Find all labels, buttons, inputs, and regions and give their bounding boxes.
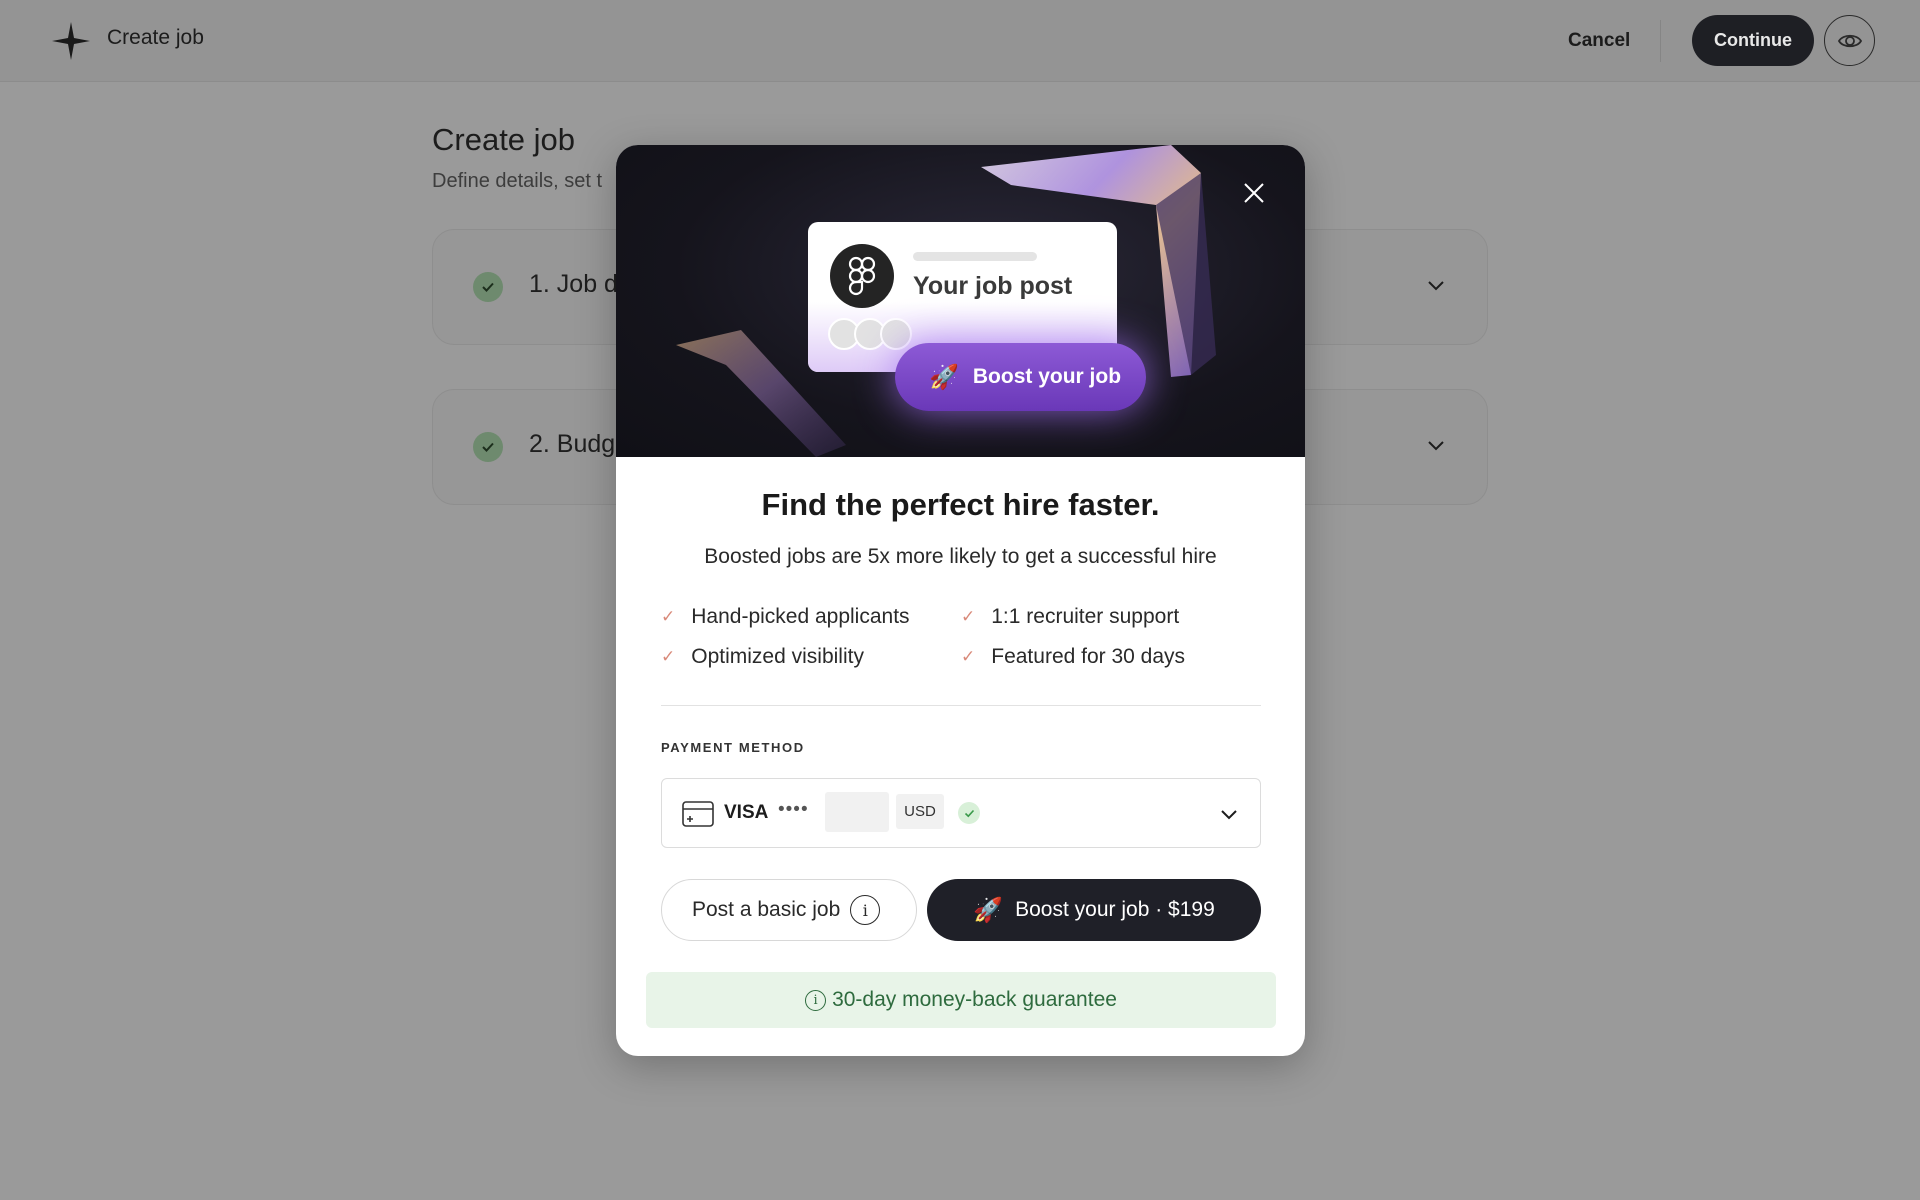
app-title: Create job (107, 26, 204, 49)
post-basic-job-label: Post a basic job (692, 898, 841, 921)
page-title: Create job (432, 122, 576, 157)
checkmark-icon: ✓ (961, 647, 976, 666)
boost-modal: Your job post 🚀 Boost your job Find the … (616, 145, 1305, 1056)
payment-method-select[interactable]: VISA •••• USD (661, 778, 1261, 848)
feature-item: ✓ 1:1 recruiter support (961, 605, 1180, 628)
credit-card-icon (682, 801, 714, 827)
section-divider (661, 705, 1261, 706)
close-icon (1244, 183, 1264, 203)
preview-button[interactable] (1824, 15, 1875, 66)
check-icon (473, 432, 503, 462)
payment-method-label: PAYMENT METHOD (661, 740, 805, 755)
checkmark-icon: ✓ (661, 607, 676, 626)
check-icon (473, 272, 503, 302)
post-basic-job-button[interactable]: Post a basic job i (661, 879, 917, 941)
logo-icon (52, 22, 90, 60)
checkmark-icon: ✓ (961, 607, 976, 626)
header-divider (1660, 20, 1661, 62)
feature-item: ✓ Featured for 30 days (961, 645, 1186, 668)
info-icon[interactable]: i (850, 895, 881, 925)
step-title: 2. Budg (529, 430, 616, 458)
guarantee-banner: i 30-day money-back guarantee (646, 972, 1276, 1028)
step-title: 1. Job d (529, 270, 618, 298)
card-masked-number: •••• (778, 799, 809, 820)
page-subtitle: Define details, set t (432, 170, 603, 192)
top-bar: Create job Cancel Continue (0, 0, 1920, 82)
placeholder-bar (913, 252, 1037, 261)
boost-job-button[interactable]: 🚀 Boost your job · $199 (927, 879, 1261, 941)
rocket-icon: 🚀 (929, 363, 959, 391)
applicant-avatars (828, 318, 912, 350)
chevron-down-icon (1221, 810, 1237, 820)
continue-button[interactable]: Continue (1692, 15, 1814, 66)
modal-title: Find the perfect hire faster. (761, 487, 1160, 522)
chevron-down-icon[interactable] (1425, 434, 1447, 456)
info-icon: i (805, 989, 827, 1011)
figma-logo-icon (830, 244, 894, 308)
modal-subtitle: Boosted jobs are 5x more likely to get a… (704, 545, 1217, 568)
hero-banner: Your job post 🚀 Boost your job (616, 145, 1305, 457)
boost-job-label: Boost your job · $199 (1015, 898, 1215, 921)
card-brand: VISA (724, 802, 769, 823)
feature-item: ✓ Optimized visibility (661, 645, 864, 668)
boost-badge-label: Boost your job (972, 365, 1122, 388)
checkmark-icon: ✓ (661, 647, 676, 666)
guarantee-text: 30-day money-back guarantee (832, 988, 1117, 1011)
cancel-button[interactable]: Cancel (1548, 20, 1650, 62)
boost-badge: 🚀 Boost your job (895, 343, 1146, 411)
eye-icon (1837, 34, 1862, 47)
currency-badge: USD (896, 794, 944, 829)
close-button[interactable] (1236, 175, 1272, 211)
card-number-redacted (825, 792, 889, 832)
feature-item: ✓ Hand-picked applicants (661, 605, 910, 628)
job-post-title: Your job post (913, 272, 1073, 300)
verified-check-icon (958, 802, 980, 824)
chevron-down-icon[interactable] (1425, 274, 1447, 296)
rocket-icon: 🚀 (973, 896, 1004, 924)
